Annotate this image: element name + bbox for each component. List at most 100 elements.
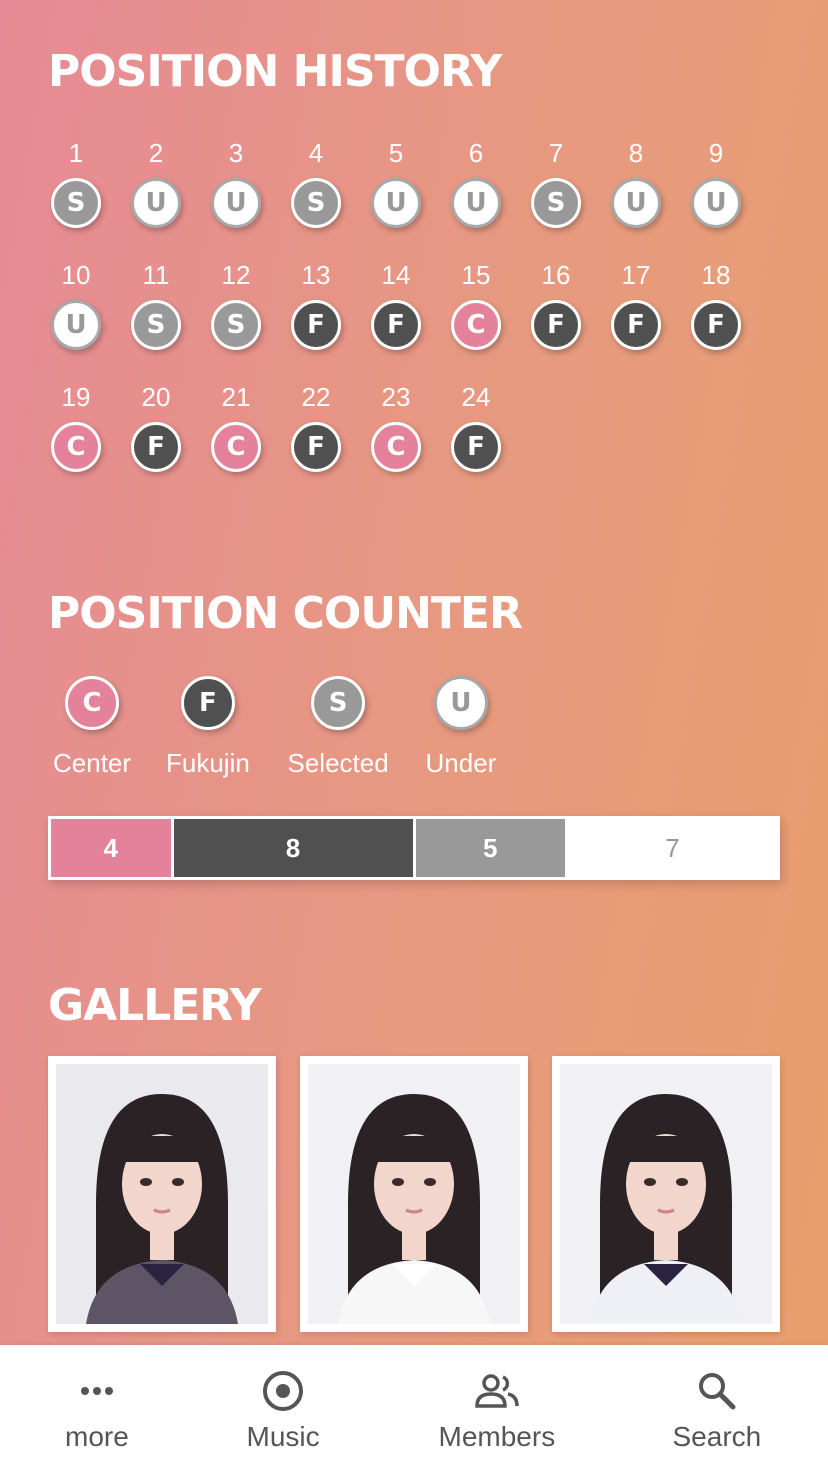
position-counter-title: POSITION COUNTER [48, 588, 523, 639]
tab-search[interactable]: Search [672, 1345, 762, 1472]
single-number: 15 [461, 260, 491, 290]
legend-label: Center [53, 748, 132, 778]
single-number: 6 [468, 138, 484, 168]
position-badge: U [211, 178, 261, 228]
gallery-photo[interactable] [300, 1056, 528, 1332]
position-history-title: POSITION HISTORY [48, 46, 502, 97]
counter-segment-s: 5 [412, 819, 565, 877]
photo-icon [560, 1064, 772, 1324]
position-badge: F [691, 300, 741, 350]
history-item[interactable]: 7S [528, 138, 584, 260]
history-item[interactable]: 3U [208, 138, 264, 260]
history-item[interactable]: 1S [48, 138, 104, 260]
counter-segment-u: 7 [564, 819, 777, 877]
position-badge: F [371, 300, 421, 350]
single-number: 1 [68, 138, 84, 168]
search-icon [697, 1371, 737, 1411]
single-number: 20 [141, 382, 171, 412]
photo-icon [308, 1064, 520, 1324]
legend-label: Selected [287, 748, 389, 778]
position-badge: F [531, 300, 581, 350]
tab-label: Members [438, 1421, 556, 1452]
gallery-photo[interactable] [552, 1056, 780, 1332]
history-item[interactable]: 15 C [448, 260, 504, 382]
position-badge: U [691, 178, 741, 228]
position-badge: U [451, 178, 501, 228]
single-number: 24 [461, 382, 491, 412]
legend-label: Under [425, 748, 497, 778]
tab-label: more [65, 1421, 129, 1452]
single-number: 21 [221, 382, 251, 412]
single-number: 22 [301, 382, 331, 412]
single-number: 17 [621, 260, 651, 290]
legend-label: Fukujin [166, 748, 250, 778]
history-item[interactable]: 17 F [608, 260, 664, 382]
position-badge: U [131, 178, 181, 228]
history-item[interactable]: 14 F [368, 260, 424, 382]
legend-item-under: U Under [425, 676, 497, 779]
history-item[interactable]: 24 F [448, 382, 504, 504]
history-item[interactable]: 19 C [48, 382, 104, 504]
gallery [48, 1056, 780, 1332]
gallery-photo[interactable] [48, 1056, 276, 1332]
history-item[interactable]: 13 F [288, 260, 344, 382]
single-number: 12 [221, 260, 251, 290]
history-item[interactable]: 6U [448, 138, 504, 260]
history-item[interactable]: 23 C [368, 382, 424, 504]
position-badge: S [211, 300, 261, 350]
position-badge: C [211, 422, 261, 472]
history-item[interactable]: 20 F [128, 382, 184, 504]
position-history-grid: 1 S 2 U 3 U 4 S 5 U 6 U 7 S 8 U 9 U 10 U 11 S 12 S 13 F 14 F 15 C 16 F 1… [48, 138, 768, 504]
single-number: 16 [541, 260, 571, 290]
tab-more[interactable]: more [65, 1345, 129, 1472]
legend-badge: F [180, 676, 235, 730]
position-badge: U [51, 300, 101, 350]
position-badge: F [451, 422, 501, 472]
position-badge: S [131, 300, 181, 350]
position-badge: U [611, 178, 661, 228]
members-icon [475, 1371, 519, 1411]
history-item[interactable]: 11 S [128, 260, 184, 382]
gallery-title: GALLERY [48, 980, 262, 1031]
history-item[interactable]: 16 F [528, 260, 584, 382]
position-badge: C [371, 422, 421, 472]
position-badge: F [291, 422, 341, 472]
tab-members[interactable]: Members [438, 1345, 556, 1472]
history-item[interactable]: 10 U [48, 260, 104, 382]
history-item[interactable]: 12 S [208, 260, 264, 382]
single-number: 2 [148, 138, 164, 168]
tab-music[interactable]: Music [247, 1345, 320, 1472]
single-number: 19 [61, 382, 91, 412]
position-badge: F [131, 422, 181, 472]
legend-item-fukujin: F Fukujin [166, 676, 250, 779]
single-number: 4 [308, 138, 324, 168]
legend-item-center: C Center [53, 676, 131, 779]
history-item[interactable]: 2U [128, 138, 184, 260]
music-disc-icon [262, 1371, 304, 1411]
tab-label: Search [672, 1421, 762, 1452]
single-number: 14 [381, 260, 411, 290]
single-number: 8 [628, 138, 644, 168]
single-number: 13 [301, 260, 331, 290]
single-number: 7 [548, 138, 564, 168]
position-badge: C [451, 300, 501, 350]
single-number: 5 [388, 138, 404, 168]
position-badge: S [531, 178, 581, 228]
legend-item-selected: S Selected [288, 676, 389, 779]
single-number: 23 [381, 382, 411, 412]
tab-label: Music [246, 1421, 320, 1452]
history-item[interactable]: 5U [368, 138, 424, 260]
scroll-content[interactable]: POSITION HISTORY 1 S 2 U 3 U 4 S 5 U 6 U 7 S 8 U 9 U 10 U 11… [0, 0, 828, 1345]
more-icon [77, 1371, 117, 1411]
history-item[interactable]: 22 F [288, 382, 344, 504]
legend-badge: S [311, 676, 366, 730]
history-item[interactable]: 4S [288, 138, 344, 260]
single-number: 11 [142, 260, 170, 290]
history-item[interactable]: 9U [688, 138, 744, 260]
history-item[interactable]: 21 C [208, 382, 264, 504]
history-item[interactable]: 18 F [688, 260, 744, 382]
photo-icon [56, 1064, 268, 1324]
legend-badge: C [65, 676, 120, 730]
position-badge: U [371, 178, 421, 228]
history-item[interactable]: 8U [608, 138, 664, 260]
